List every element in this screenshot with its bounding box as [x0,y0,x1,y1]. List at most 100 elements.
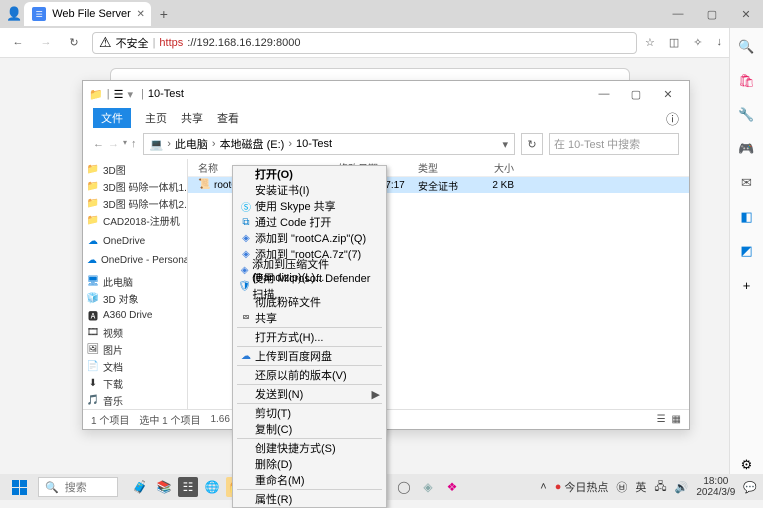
sb-settings-icon[interactable]: ⚙ [738,456,756,474]
nav-back-button[interactable]: ← [8,36,28,49]
tab-close-icon[interactable]: ✕ [136,9,144,20]
path-seg-2[interactable]: 本地磁盘 (E:) [220,136,285,152]
nav-folder[interactable]: 📁3D图 码除一体机1.0 [83,178,187,195]
nav-folder[interactable]: 📁CAD2018-注册机 [83,212,187,229]
ctx-share[interactable]: ⮹共享 [233,310,386,326]
path-refresh-button[interactable]: ↻ [521,133,543,155]
explorer-path-row: ← → ▾ ↑ 💻 › 此电脑 › 本地磁盘 (E:) › 10-Test ▾ … [83,129,689,159]
sb-shop-icon[interactable]: 🛍 [738,72,756,90]
ctx-cut[interactable]: 剪切(T) [233,405,386,421]
extensions-icon[interactable]: ↓ [717,36,723,49]
reading-icon[interactable]: ◫ [669,36,679,49]
ctx-rename[interactable]: 重命名(M) [233,472,386,488]
explorer-max-button[interactable]: ▢ [621,88,651,101]
sb-inbox-icon[interactable]: ✉ [738,174,756,192]
tb-app-icon[interactable]: ❖ [442,477,462,497]
tb-app-icon[interactable]: ☷ [178,477,198,497]
path-box[interactable]: 💻 › 此电脑 › 本地磁盘 (E:) › 10-Test ▾ [143,133,515,155]
nav-forward-button[interactable]: → [36,36,56,49]
tb-app-icon[interactable]: ◈ [418,477,438,497]
tab-file[interactable]: 文件 [93,108,131,128]
ctx-skype[interactable]: Ⓢ使用 Skype 共享 [233,198,386,214]
nav-refresh-button[interactable]: ↻ [64,36,84,49]
tray-ime2[interactable]: 英 [635,479,646,495]
explorer-close-button[interactable]: ✕ [653,88,683,101]
path-hist-icon[interactable]: ▾ [123,138,127,150]
sb-tool-icon[interactable]: 🔧 [738,106,756,124]
ctx-install-cert[interactable]: 安装证书(I) [233,182,386,198]
tab-view[interactable]: 查看 [217,110,239,126]
start-button[interactable] [6,480,32,495]
explorer-min-button[interactable]: — [589,88,619,101]
nav-onedrive[interactable]: ☁OneDrive [83,235,187,248]
path-seg-1[interactable]: 此电脑 [175,136,208,152]
sb-office-icon[interactable]: ◧ [738,208,756,226]
sb-game-icon[interactable]: 🎮 [738,140,756,158]
nav-folder[interactable]: 📁3D图 码除一体机2.0 [83,195,187,212]
nav-a360[interactable]: 🅰A360 Drive [83,307,187,324]
ctx-open[interactable]: 打开(O) [233,166,386,182]
path-up-icon[interactable]: ↑ [131,138,137,150]
path-fwd-icon[interactable]: → [108,138,119,150]
sb-outlook-icon[interactable]: ◩ [738,242,756,260]
sb-search-icon[interactable]: 🔍 [738,38,756,56]
tray-clock[interactable]: 18:00 2024/3/9 [696,476,735,498]
ctx-delete[interactable]: 删除(D) [233,456,386,472]
window-min-button[interactable]: — [661,0,695,28]
explorer-titlebar[interactable]: 📁 | ☰ ▾ | 10-Test — ▢ ✕ [83,81,689,107]
profile-icon[interactable]: 👤 [6,6,22,22]
view-details-icon[interactable]: ☰ [657,414,666,425]
view-tiles-icon[interactable]: ▦ [672,414,681,425]
ctx-addzip[interactable]: ◈添加到 "rootCA.zip"(Q) [233,230,386,246]
ctx-defender[interactable]: 🛡使用 Microsoft Defender扫描... [233,278,386,294]
nav-downloads[interactable]: ⬇下载 [83,375,187,392]
tab-share[interactable]: 共享 [181,110,203,126]
tb-browser-icon[interactable]: ◯ [394,477,414,497]
tray-news[interactable]: ●今日热点 [555,479,609,495]
tb-app-icon[interactable]: 📚 [154,477,174,497]
nav-thispc[interactable]: 🖥此电脑 [83,273,187,290]
tray-time: 18:00 [696,476,735,487]
tb-edge-icon[interactable]: 🌐 [202,477,222,497]
nav-pictures[interactable]: 🖼图片 [83,341,187,358]
tab-title: Web File Server [52,8,131,20]
tray-ime1[interactable]: ㉥ [616,479,627,495]
col-size[interactable]: 大小 [488,160,528,175]
sb-plus-icon[interactable]: + [738,276,756,294]
browser-tab[interactable]: ☰ Web File Server ✕ [24,2,151,26]
tray-expand-icon[interactable]: ˄ [540,481,546,493]
tb-app-icon[interactable]: 🧳 [130,477,150,497]
path-seg-3[interactable]: 10-Test [296,138,332,150]
ctx-copy[interactable]: 复制(C) [233,421,386,437]
new-tab-button[interactable]: + [153,6,175,22]
nav-music[interactable]: 🎵音乐 [83,392,187,409]
nav-videos[interactable]: 🎞视频 [83,324,187,341]
ctx-openwith[interactable]: 打开方式(H)... [233,329,386,345]
tray-notifications-icon[interactable]: 💬 [743,481,757,494]
taskbar-search[interactable]: 🔍 搜索 [38,477,118,497]
ctx-code[interactable]: ⧉通过 Code 打开 [233,214,386,230]
ctx-restore[interactable]: 还原以前的版本(V) [233,367,386,383]
window-max-button[interactable]: ▢ [695,0,729,28]
tray-volume-icon[interactable]: 🔊 [675,481,689,494]
nav-folder[interactable]: 📁3D图 [83,161,187,178]
ctx-shortcut[interactable]: 创建快捷方式(S) [233,440,386,456]
window-close-button[interactable]: ✕ [729,0,763,28]
nav-documents[interactable]: 📄文档 [83,358,187,375]
ribbon-help-icon[interactable]: ⓘ [666,109,679,128]
col-type[interactable]: 类型 [418,160,488,175]
titlebar-tool-icon[interactable]: ☰ [114,88,124,101]
nav-3dobjects[interactable]: 🧊3D 对象 [83,290,187,307]
tab-home[interactable]: 主页 [145,110,167,126]
explorer-ribbon-tabs: 文件 主页 共享 查看 ⓘ [83,107,689,129]
tray-network-icon[interactable]: 🖧 [654,478,666,497]
ctx-sendto[interactable]: 发送到(N)▶ [233,386,386,402]
explorer-search-input[interactable]: 在 10-Test 中搜索 [549,133,679,155]
nav-onedrive-personal[interactable]: ☁OneDrive - Personal [83,254,187,267]
path-back-icon[interactable]: ← [93,138,104,150]
url-input[interactable]: ⚠ 不安全 | https://192.168.16.129:8000 [92,32,637,54]
ctx-baidu[interactable]: ☁上传到百度网盘 [233,348,386,364]
ctx-properties[interactable]: 属性(R) [233,491,386,507]
star-icon[interactable]: ☆ [645,36,655,49]
collections-icon[interactable]: ✧ [693,36,702,49]
